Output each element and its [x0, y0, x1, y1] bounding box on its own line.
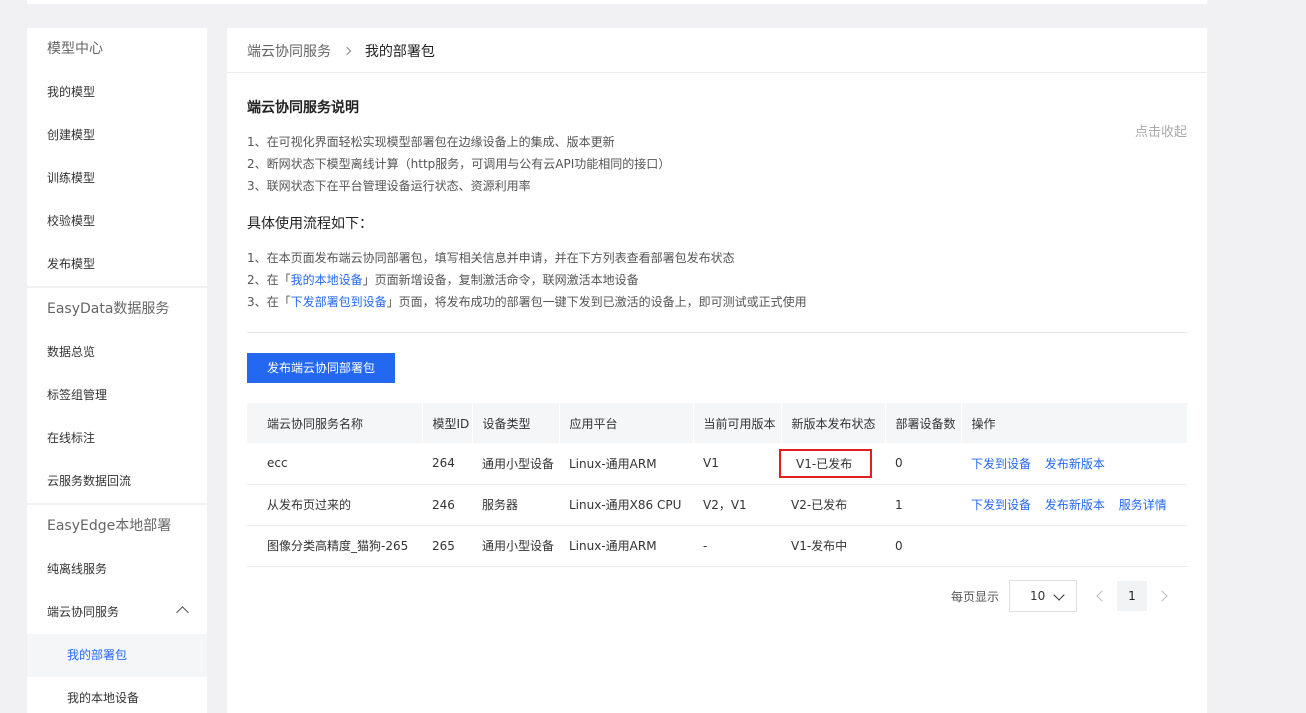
- column-header: 模型ID: [422, 403, 473, 443]
- sidebar-item-publish-model[interactable]: 发布模型: [27, 243, 207, 286]
- sidebar-group-easyedge: EasyEdge本地部署 纯离线服务 端云协同服务 我的部署包 我的本地设备: [27, 505, 207, 713]
- divider: [247, 332, 1187, 333]
- cell-name: ecc: [247, 443, 422, 485]
- sidebar-item-create-model[interactable]: 创建模型: [27, 114, 207, 157]
- page-size-value: 10: [1030, 589, 1046, 603]
- sidebar-item-my-models[interactable]: 我的模型: [27, 71, 207, 114]
- cell-version: -: [693, 525, 781, 567]
- cell-version: V1: [693, 443, 781, 485]
- sidebar-group-title: EasyEdge本地部署: [47, 518, 172, 534]
- sidebar-item-validate-model[interactable]: 校验模型: [27, 200, 207, 243]
- cell-device-type: 服务器: [472, 484, 559, 526]
- content: 端云协同服务说明 点击收起 1、在可视化界面轻松实现模型部署包在边缘设备上的集成…: [227, 97, 1207, 567]
- pagination: 每页显示 10 1: [951, 580, 1177, 612]
- cell-device-type: 通用小型设备: [472, 443, 559, 485]
- next-page-icon[interactable]: [1153, 581, 1177, 611]
- breadcrumb: 端云协同服务 我的部署包: [227, 28, 1207, 73]
- chevron-up-icon: [176, 606, 189, 619]
- top-strip: [27, 0, 1207, 4]
- deploy-to-device-link[interactable]: 下发部署包到设备: [291, 295, 387, 309]
- sidebar-item-online-labeling[interactable]: 在线标注: [27, 417, 207, 460]
- flow-line: 1、在本页面发布端云协同部署包，填写相关信息并申请，并在下方列表查看部署包发布状…: [247, 251, 735, 265]
- cell-actions: [961, 525, 1187, 567]
- sidebar-item-train-model[interactable]: 训练模型: [27, 157, 207, 200]
- column-header: 新版本发布状态: [781, 403, 886, 443]
- flow-line: 2、在「我的本地设备」页面新增设备，复制激活命令，联网激活本地设备: [247, 269, 1187, 291]
- cell-platform: Linux-通用ARM: [559, 525, 693, 567]
- table-row: ecc 264 通用小型设备 Linux-通用ARM V1 V1-已发布 0 下…: [247, 443, 1187, 485]
- sidebar-item-label-groups[interactable]: 标签组管理: [27, 374, 207, 417]
- main-panel: 端云协同服务 我的部署包 端云协同服务说明 点击收起 1、在可视化界面轻松实现模…: [227, 28, 1207, 713]
- sidebar: 模型中心 我的模型 创建模型 训练模型 校验模型 发布模型 EasyData数据…: [27, 28, 207, 713]
- flow-line-suffix: 」页面，将发布成功的部署包一键下发到已激活的设备上，即可测试或正式使用: [386, 295, 807, 309]
- my-local-devices-link[interactable]: 我的本地设备: [291, 273, 363, 287]
- packages-table: 端云协同服务名称 模型ID 设备类型 应用平台 当前可用版本 新版本发布状态 部…: [247, 403, 1188, 567]
- cell-platform: Linux-通用ARM: [559, 443, 693, 485]
- cell-name: 图像分类高精度_猫狗-265: [247, 525, 422, 567]
- cell-model-id: 265: [422, 525, 472, 567]
- per-page-label: 每页显示: [950, 589, 999, 604]
- sidebar-group-easydata: EasyData数据服务 数据总览 标签组管理 在线标注 云服务数据回流: [27, 288, 207, 503]
- table-header-row: 端云协同服务名称 模型ID 设备类型 应用平台 当前可用版本 新版本发布状态 部…: [247, 403, 1188, 443]
- column-header: 应用平台: [559, 403, 694, 443]
- cell-device-type: 通用小型设备: [472, 525, 559, 567]
- flow-line-prefix: 3、在「: [247, 295, 291, 309]
- status-highlight: V1-已发布: [779, 448, 873, 478]
- table-row: 图像分类高精度_猫狗-265 265 通用小型设备 Linux-通用ARM - …: [247, 525, 1187, 567]
- collapse-link[interactable]: 点击收起: [1135, 121, 1187, 140]
- intro-line: 2、断网状态下模型离线计算（http服务，可调用与公有云API功能相同的接口）: [247, 157, 671, 171]
- cell-device-count: 0: [885, 443, 961, 485]
- breadcrumb-current: 我的部署包: [364, 44, 435, 60]
- breadcrumb-parent[interactable]: 端云协同服务: [247, 44, 331, 60]
- publish-new-version-link[interactable]: 发布新版本: [1045, 457, 1105, 471]
- table-row: 从发布页过来的 246 服务器 Linux-通用X86 CPU V2，V1 V2…: [247, 484, 1187, 526]
- flow-title: 具体使用流程如下：: [247, 216, 373, 232]
- flow-line: 3、在「下发部署包到设备」页面，将发布成功的部署包一键下发到已激活的设备上，即可…: [247, 291, 1187, 313]
- sidebar-item-my-local-devices[interactable]: 我的本地设备: [27, 677, 207, 713]
- sidebar-item-my-packages[interactable]: 我的部署包: [27, 634, 207, 677]
- flow-line-prefix: 2、在「: [247, 273, 291, 287]
- column-header: 操作: [961, 403, 1188, 443]
- intro-line: 3、联网状态下在平台管理设备运行状态、资源利用率: [247, 179, 531, 193]
- deploy-to-device-link[interactable]: 下发到设备: [971, 498, 1031, 512]
- page-number-current[interactable]: 1: [1117, 581, 1147, 611]
- publish-package-button[interactable]: 发布端云协同部署包: [247, 353, 396, 383]
- sidebar-group-title: EasyData数据服务: [47, 301, 170, 317]
- column-header: 当前可用版本: [693, 403, 782, 443]
- cell-status: V1-发布中: [781, 525, 885, 567]
- intro-title: 端云协同服务说明: [247, 100, 359, 116]
- cell-model-id: 246: [422, 484, 472, 526]
- chevron-right-icon: [343, 46, 352, 56]
- cell-version: V2，V1: [693, 484, 781, 526]
- publish-new-version-link[interactable]: 发布新版本: [1045, 498, 1105, 512]
- deploy-to-device-link[interactable]: 下发到设备: [971, 457, 1031, 471]
- column-header: 设备类型: [472, 403, 560, 443]
- flow-lines: 1、在本页面发布端云协同部署包，填写相关信息并申请，并在下方列表查看部署包发布状…: [247, 247, 1187, 313]
- sidebar-item-label: 端云协同服务: [47, 605, 120, 619]
- cell-actions: 下发到设备 发布新版本: [961, 443, 1187, 485]
- cell-platform: Linux-通用X86 CPU: [559, 484, 693, 526]
- sidebar-item-cloud-data-reflow[interactable]: 云服务数据回流: [27, 460, 207, 503]
- sidebar-item-data-overview[interactable]: 数据总览: [27, 331, 207, 374]
- intro-lines: 1、在可视化界面轻松实现模型部署包在边缘设备上的集成、版本更新 2、断网状态下模…: [247, 131, 1187, 197]
- chevron-down-icon: [1053, 589, 1065, 601]
- cell-name: 从发布页过来的: [247, 484, 422, 526]
- column-header: 端云协同服务名称: [247, 403, 423, 443]
- sidebar-item-edge-cloud-service[interactable]: 端云协同服务: [27, 591, 207, 634]
- cell-device-count: 1: [885, 484, 961, 526]
- cell-actions: 下发到设备 发布新版本 服务详情: [961, 484, 1187, 526]
- sidebar-group-model-center: 模型中心 我的模型 创建模型 训练模型 校验模型 发布模型: [27, 28, 207, 286]
- column-header: 部署设备数: [885, 403, 962, 443]
- cell-status: V1-已发布: [779, 443, 885, 485]
- page-size-select[interactable]: 10: [1009, 580, 1077, 612]
- sidebar-item-offline-service[interactable]: 纯离线服务: [27, 548, 207, 591]
- flow-line-suffix: 」页面新增设备，复制激活命令，联网激活本地设备: [362, 273, 639, 287]
- cell-model-id: 264: [422, 443, 472, 485]
- sidebar-group-title: 模型中心: [47, 41, 103, 57]
- cell-status: V2-已发布: [781, 484, 885, 526]
- cell-device-count: 0: [885, 525, 961, 567]
- service-details-link[interactable]: 服务详情: [1119, 498, 1167, 512]
- intro-line: 1、在可视化界面轻松实现模型部署包在边缘设备上的集成、版本更新: [247, 135, 615, 149]
- prev-page-icon[interactable]: [1089, 581, 1113, 611]
